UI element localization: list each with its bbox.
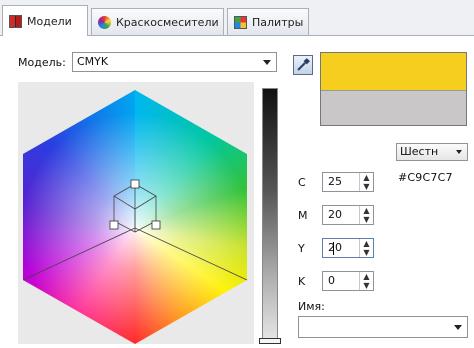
color-format-label: Шестн	[400, 145, 439, 158]
chevron-down-icon	[454, 325, 462, 330]
cyan-input[interactable]: 25 ▲ ▼	[322, 172, 374, 192]
cyan-value: 25	[328, 175, 342, 188]
hex-color-value: #C9C7C7	[398, 171, 453, 184]
spinner-icon[interactable]: ▲ ▼	[359, 272, 373, 290]
spinner-icon[interactable]: ▲ ▼	[359, 173, 373, 191]
tab-models[interactable]: Модели	[2, 5, 88, 36]
models-icon	[9, 14, 22, 28]
color-swatch	[320, 52, 467, 126]
black-input[interactable]: 0 ▲ ▼	[322, 271, 374, 291]
magenta-input[interactable]: 20 ▲ ▼	[322, 205, 374, 225]
cyan-label: C	[298, 176, 306, 189]
text-caret	[333, 242, 334, 255]
tint-slider-track[interactable]	[262, 88, 278, 342]
eyedropper-button[interactable]	[293, 55, 313, 75]
tab-color-mixers[interactable]: Краскосмесители	[91, 8, 224, 35]
magenta-value: 20	[328, 208, 342, 221]
palettes-icon	[234, 15, 247, 29]
chevron-down-icon	[456, 150, 462, 154]
black-label: K	[298, 275, 306, 288]
color-mixers-icon	[98, 15, 111, 29]
eyedropper-icon	[297, 58, 310, 71]
tab-palettes[interactable]: Палитры	[227, 8, 309, 35]
spinner-icon[interactable]: ▲ ▼	[359, 206, 373, 224]
tab-color-mixers-label: Краскосмесители	[116, 15, 219, 29]
chevron-down-icon	[263, 60, 271, 65]
name-combobox[interactable]	[298, 316, 468, 338]
tab-palettes-label: Палитры	[252, 15, 304, 29]
name-label: Имя:	[298, 300, 325, 313]
yellow-value: 20	[328, 241, 342, 254]
old-color-swatch	[321, 90, 466, 125]
magenta-label: M	[298, 209, 308, 222]
cmyk-color-cube[interactable]	[18, 82, 254, 344]
tint-slider-thumb[interactable]	[259, 338, 281, 344]
model-select[interactable]: CMYK	[72, 52, 277, 72]
model-select-value: CMYK	[77, 55, 109, 68]
new-color-swatch	[321, 53, 466, 90]
black-value: 0	[328, 274, 335, 287]
color-format-dropdown[interactable]: Шестн	[396, 143, 468, 161]
tab-models-label: Модели	[27, 14, 72, 28]
spinner-icon[interactable]: ▲ ▼	[359, 239, 373, 257]
yellow-input[interactable]: 20 ▲ ▼	[322, 238, 374, 258]
yellow-label: Y	[298, 242, 305, 255]
model-label: Модель:	[18, 56, 66, 69]
